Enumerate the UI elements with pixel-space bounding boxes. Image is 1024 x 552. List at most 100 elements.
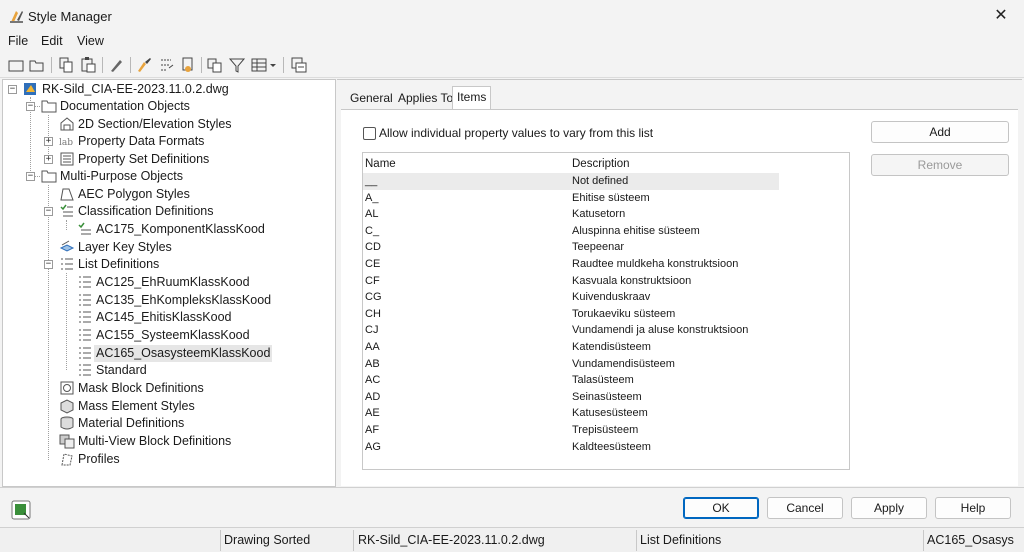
status-separator	[636, 530, 637, 551]
status-category: List Definitions	[640, 533, 722, 547]
item-description: Vundamendi ja aluse konstruktsioon	[572, 324, 749, 337]
list-row[interactable]: CH Torukaeviku süsteem	[363, 306, 779, 323]
list-icon	[77, 362, 93, 378]
list-row[interactable]: CE Raudtee muldkeha konstruktsioon	[363, 256, 779, 273]
inline-edit-icon[interactable]	[290, 56, 308, 74]
list-row[interactable]: AG Kaldteesüsteem	[363, 439, 779, 456]
item-description: Trepisüsteem	[572, 424, 639, 436]
list-row[interactable]: C_ Aluspinna ehitise süsteem	[363, 223, 779, 240]
tree-label: Layer Key Styles	[78, 240, 172, 254]
item-name: CE	[365, 258, 381, 270]
tree-label: Standard	[96, 363, 147, 377]
status-item: AC165_Osasys	[927, 533, 1014, 547]
new-drawing-icon[interactable]	[7, 56, 25, 74]
tree-label: AC155_SysteemKlassKood	[96, 328, 250, 342]
cancel-button[interactable]: Cancel	[767, 497, 843, 519]
list-row[interactable]: A_ Ehitise süsteem	[363, 190, 779, 207]
edit-style-icon[interactable]	[108, 56, 126, 74]
status-separator	[353, 530, 354, 551]
list-icon	[77, 274, 93, 290]
purge-icon[interactable]	[135, 56, 153, 74]
filter-style-icon[interactable]	[206, 56, 224, 74]
item-description: Ehitise süsteem	[572, 191, 650, 204]
menu-file[interactable]: File	[8, 34, 28, 48]
list-icon	[77, 327, 93, 343]
list-row[interactable]: CG Kuivenduskraav	[363, 289, 779, 306]
item-name: C_	[365, 224, 380, 237]
allow-vary-checkbox[interactable]	[363, 127, 376, 140]
status-file: RK-Sild_CIA-EE-2023.11.0.2.dwg	[358, 533, 545, 547]
add-button[interactable]: Add	[871, 121, 1009, 143]
folder-icon	[41, 168, 57, 184]
list-row[interactable]: AL Katusetorn	[363, 206, 779, 223]
list-row[interactable]: __ Not defined	[363, 173, 779, 190]
expand-toggle[interactable]: +	[44, 137, 53, 146]
status-sort: Drawing Sorted	[224, 533, 311, 547]
ok-button[interactable]: OK	[683, 497, 759, 519]
item-description: Kuivenduskraav	[572, 291, 651, 304]
status-bar: Drawing Sorted RK-Sild_CIA-EE-2023.11.0.…	[0, 527, 1024, 552]
tree-label: AC175_KomponentKlassKood	[96, 222, 265, 236]
item-description: Talasüsteem	[572, 374, 634, 387]
item-description: Katendisüsteem	[572, 341, 651, 353]
list-row[interactable]: AE Katusesüsteem	[363, 405, 779, 422]
item-description: Not defined	[572, 175, 629, 187]
style-manager-app-icon	[9, 8, 25, 24]
list-row[interactable]: AD Seinasüsteem	[363, 389, 779, 406]
close-window-button[interactable]: ✕	[978, 0, 1024, 32]
menu-edit[interactable]: Edit	[41, 34, 63, 48]
tree-label: Documentation Objects	[60, 99, 190, 113]
apply-button[interactable]: Apply	[851, 497, 927, 519]
tab-general[interactable]: General	[346, 88, 397, 110]
toggle-view-icon[interactable]	[157, 56, 175, 74]
column-header-name[interactable]: Name	[365, 158, 396, 170]
items-list[interactable]: Name Description __ Not defined A_ Ehitise …	[362, 152, 850, 470]
sort-icon[interactable]	[179, 56, 197, 74]
tree-label: AC145_EhitisKlassKood	[96, 310, 232, 324]
item-name: __	[365, 175, 378, 187]
toolbar-separator	[102, 57, 103, 73]
list-icon	[77, 309, 93, 325]
style-tree[interactable]: − RK-Sild_CIA-EE-2023.11.0.2.dwg − Docum…	[2, 79, 336, 487]
open-drawing-icon[interactable]	[28, 56, 46, 74]
toolbar	[0, 52, 1024, 78]
list-row[interactable]: CJ Vundamendi ja aluse konstruktsioon	[363, 322, 779, 339]
collapse-toggle[interactable]: −	[44, 260, 53, 269]
view-list-icon[interactable]	[250, 56, 268, 74]
tree-connector	[66, 273, 67, 370]
list-row[interactable]: AB Vundamendisüsteem	[363, 356, 779, 373]
tree-label: Multi-Purpose Objects	[60, 169, 183, 183]
property-format-icon: lab	[59, 133, 75, 149]
list-row[interactable]: AA Katendisüsteem	[363, 339, 779, 356]
tab-applies-to[interactable]: Applies To	[394, 88, 457, 110]
collapse-toggle[interactable]: −	[8, 85, 17, 94]
style-preview-icon[interactable]	[11, 500, 31, 520]
item-description: Seinasüsteem	[572, 390, 642, 403]
collapse-toggle[interactable]: −	[44, 207, 53, 216]
column-header-description[interactable]: Description	[572, 158, 630, 170]
toolbar-separator	[201, 57, 202, 73]
help-button[interactable]: Help	[935, 497, 1011, 519]
item-name: AA	[365, 341, 380, 353]
menu-view[interactable]: View	[77, 34, 104, 48]
item-description: Kasvuala konstruktsioon	[572, 274, 692, 287]
chevron-down-icon[interactable]	[268, 56, 278, 74]
title-bar: Style Manager ✕	[0, 0, 1024, 32]
item-description: Torukaeviku süsteem	[572, 307, 676, 320]
item-name: AL	[365, 208, 379, 221]
list-row[interactable]: CD Teepeenar	[363, 239, 779, 256]
list-row[interactable]: AC Talasüsteem	[363, 372, 779, 389]
property-set-icon	[59, 151, 75, 167]
collapse-toggle[interactable]: −	[26, 102, 35, 111]
filter-icon[interactable]	[228, 56, 246, 74]
list-row[interactable]: CF Kasvuala konstruktsioon	[363, 273, 779, 290]
list-row[interactable]: AF Trepisüsteem	[363, 422, 779, 439]
svg-text:lab: lab	[59, 138, 73, 148]
collapse-toggle[interactable]: −	[26, 172, 35, 181]
expand-toggle[interactable]: +	[44, 155, 53, 164]
tab-items[interactable]: Items	[452, 86, 492, 110]
properties-panel: General Applies To Items Allow individua…	[337, 79, 1022, 487]
copy-icon[interactable]	[57, 56, 75, 74]
paste-icon[interactable]	[79, 56, 97, 74]
remove-button[interactable]: Remove	[871, 154, 1009, 176]
